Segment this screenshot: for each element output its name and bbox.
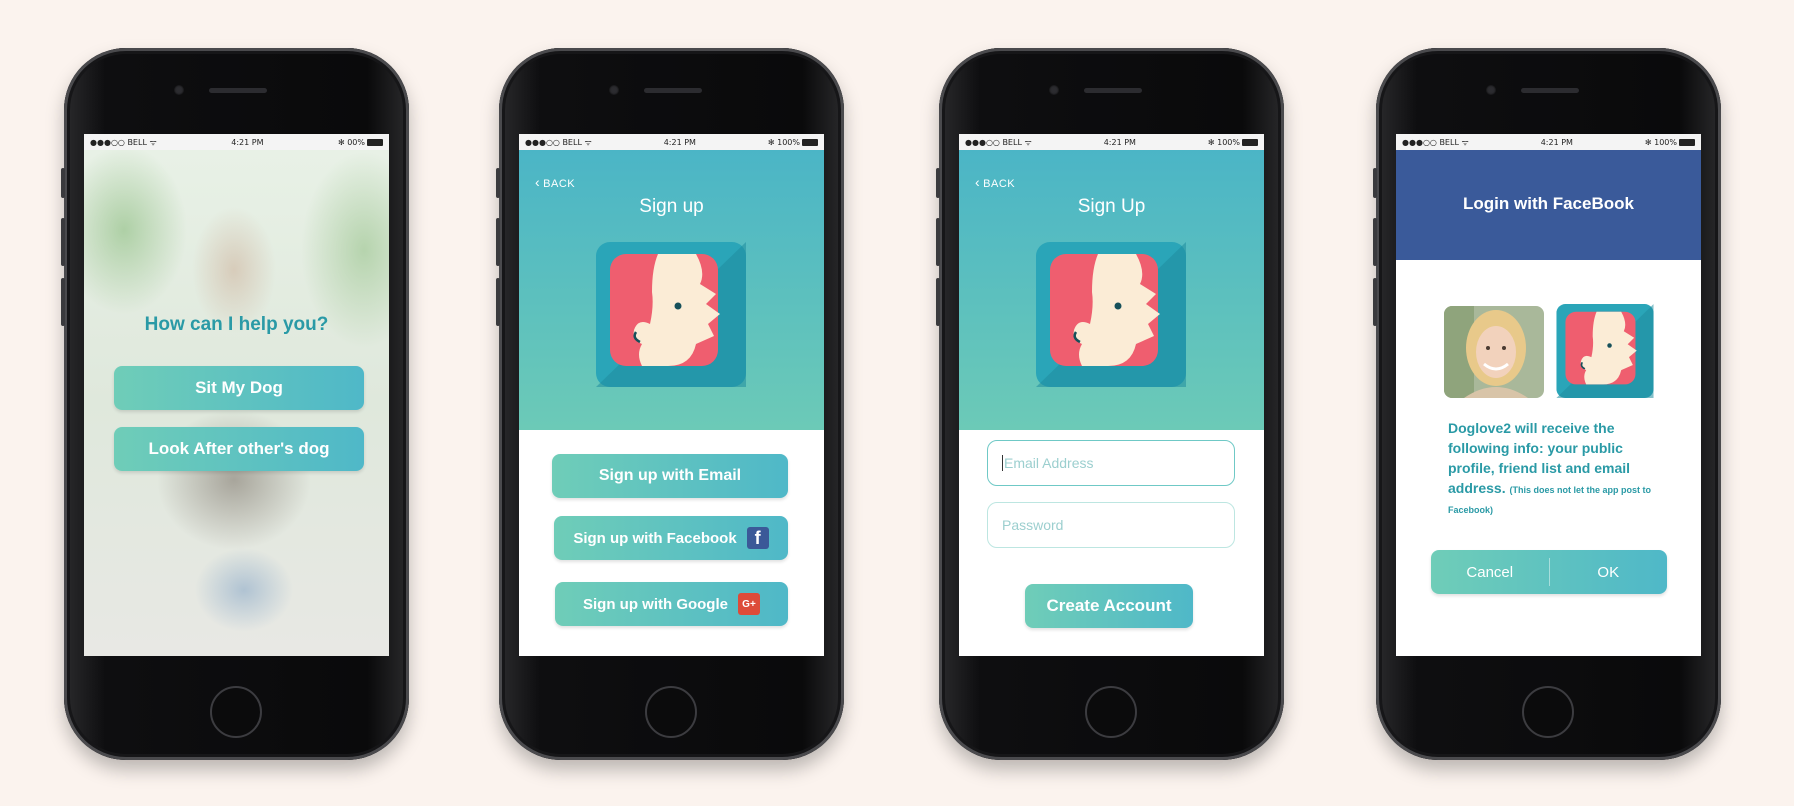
phone-frame-1: ●●●○○ BELL ᯤ 4:21 PM ✻ 00% How can I hel…	[61, 48, 409, 760]
look-after-dog-button[interactable]: Look After other's dog	[114, 427, 364, 471]
page-title: Sign up	[639, 196, 704, 217]
signup-facebook-button[interactable]: Sign up with Facebook f	[554, 516, 788, 560]
battery-status: ✻ 100%	[768, 138, 818, 147]
back-button[interactable]: ‹ BACK	[535, 174, 575, 190]
cancel-button[interactable]: Cancel	[1431, 550, 1549, 594]
chevron-left-icon: ‹	[975, 174, 981, 190]
earpiece-speaker	[209, 88, 267, 93]
screen-signup-options: ●●●○○ BELL ᯤ 4:21 PM ✻ 100% ‹ BACK Sign u…	[519, 134, 824, 656]
earpiece-speaker	[1084, 88, 1142, 93]
signup-google-label: Sign up with Google	[583, 595, 728, 613]
front-camera	[1049, 85, 1059, 95]
chevron-left-icon: ‹	[535, 174, 541, 190]
email-field[interactable]: Email Address	[987, 440, 1235, 486]
battery-icon	[801, 138, 818, 146]
phone-frame-4: ●●●○○ BELL ᯤ 4:21 PM ✻ 100% Login with F…	[1373, 48, 1721, 760]
password-placeholder: Password	[1002, 517, 1064, 533]
phone-frame-2: ●●●○○ BELL ᯤ 4:21 PM ✻ 100% ‹ BACK Sign u…	[496, 48, 844, 760]
battery-status: ✻ 100%	[1208, 138, 1258, 147]
clock: 4:21 PM	[1540, 137, 1573, 147]
user-avatar	[1444, 306, 1544, 398]
home-button[interactable]	[210, 686, 262, 738]
carrier-label: ●●●○○ BELL ᯤ	[525, 137, 592, 147]
clock: 4:21 PM	[231, 137, 264, 147]
back-button[interactable]: ‹ BACK	[975, 174, 1015, 190]
clock: 4:21 PM	[663, 137, 696, 147]
battery-status: ✻ 00%	[338, 138, 383, 147]
text-caret	[1002, 455, 1003, 471]
help-title: How can I help you?	[144, 314, 329, 335]
dialog-buttons: Cancel OK	[1431, 550, 1667, 594]
phone-frame-3: ●●●○○ BELL ᯤ 4:21 PM ✻ 100% ‹ BACK Sign U…	[936, 48, 1284, 760]
create-account-button[interactable]: Create Account	[1025, 584, 1193, 628]
battery-status: ✻ 100%	[1645, 138, 1695, 147]
status-bar: ●●●○○ BELL ᯤ 4:21 PM ✻ 100%	[519, 134, 824, 150]
screen-home: ●●●○○ BELL ᯤ 4:21 PM ✻ 00% How can I hel…	[84, 134, 389, 656]
ok-button[interactable]: OK	[1550, 550, 1668, 594]
carrier-label: ●●●○○ BELL ᯤ	[1402, 137, 1469, 147]
sit-my-dog-button[interactable]: Sit My Dog	[114, 366, 364, 410]
page-title: Login with FaceBook	[1463, 194, 1634, 213]
carrier-label: ●●●○○ BELL ᯤ	[90, 137, 157, 147]
home-button[interactable]	[1522, 686, 1574, 738]
signup-facebook-label: Sign up with Facebook	[573, 529, 737, 547]
carrier-label: ●●●○○ BELL ᯤ	[965, 137, 1032, 147]
screen-facebook-login: ●●●○○ BELL ᯤ 4:21 PM ✻ 100% Login with F…	[1396, 134, 1701, 656]
earpiece-speaker	[1521, 88, 1579, 93]
battery-icon	[1241, 138, 1258, 146]
dog-logo-icon	[1036, 242, 1186, 387]
home-button[interactable]	[1085, 686, 1137, 738]
screen-signup-form: ●●●○○ BELL ᯤ 4:21 PM ✻ 100% ‹ BACK Sign U…	[959, 134, 1264, 656]
signup-google-button[interactable]: Sign up with Google G+	[555, 582, 788, 626]
home-button[interactable]	[645, 686, 697, 738]
clock: 4:21 PM	[1103, 137, 1136, 147]
page-title: Sign Up	[1077, 196, 1146, 217]
dog-logo-icon	[596, 242, 746, 387]
front-camera	[174, 85, 184, 95]
signup-email-button[interactable]: Sign up with Email	[552, 454, 788, 498]
status-bar: ●●●○○ BELL ᯤ 4:21 PM ✻ 100%	[959, 134, 1264, 150]
status-bar: ●●●○○ BELL ᯤ 4:21 PM ✻ 100%	[1396, 134, 1701, 150]
earpiece-speaker	[644, 88, 702, 93]
password-field[interactable]: Password	[987, 502, 1235, 548]
permissions-info: Doglove2 will receive the following info…	[1448, 420, 1651, 515]
front-camera	[1486, 85, 1496, 95]
battery-icon	[366, 138, 383, 146]
email-placeholder: Email Address	[1004, 455, 1094, 471]
battery-icon	[1678, 138, 1695, 146]
status-bar: ●●●○○ BELL ᯤ 4:21 PM ✻ 00%	[84, 134, 389, 150]
dog-logo-icon	[1556, 304, 1654, 398]
front-camera	[609, 85, 619, 95]
google-plus-icon: G+	[737, 593, 760, 615]
facebook-icon: f	[746, 527, 769, 549]
